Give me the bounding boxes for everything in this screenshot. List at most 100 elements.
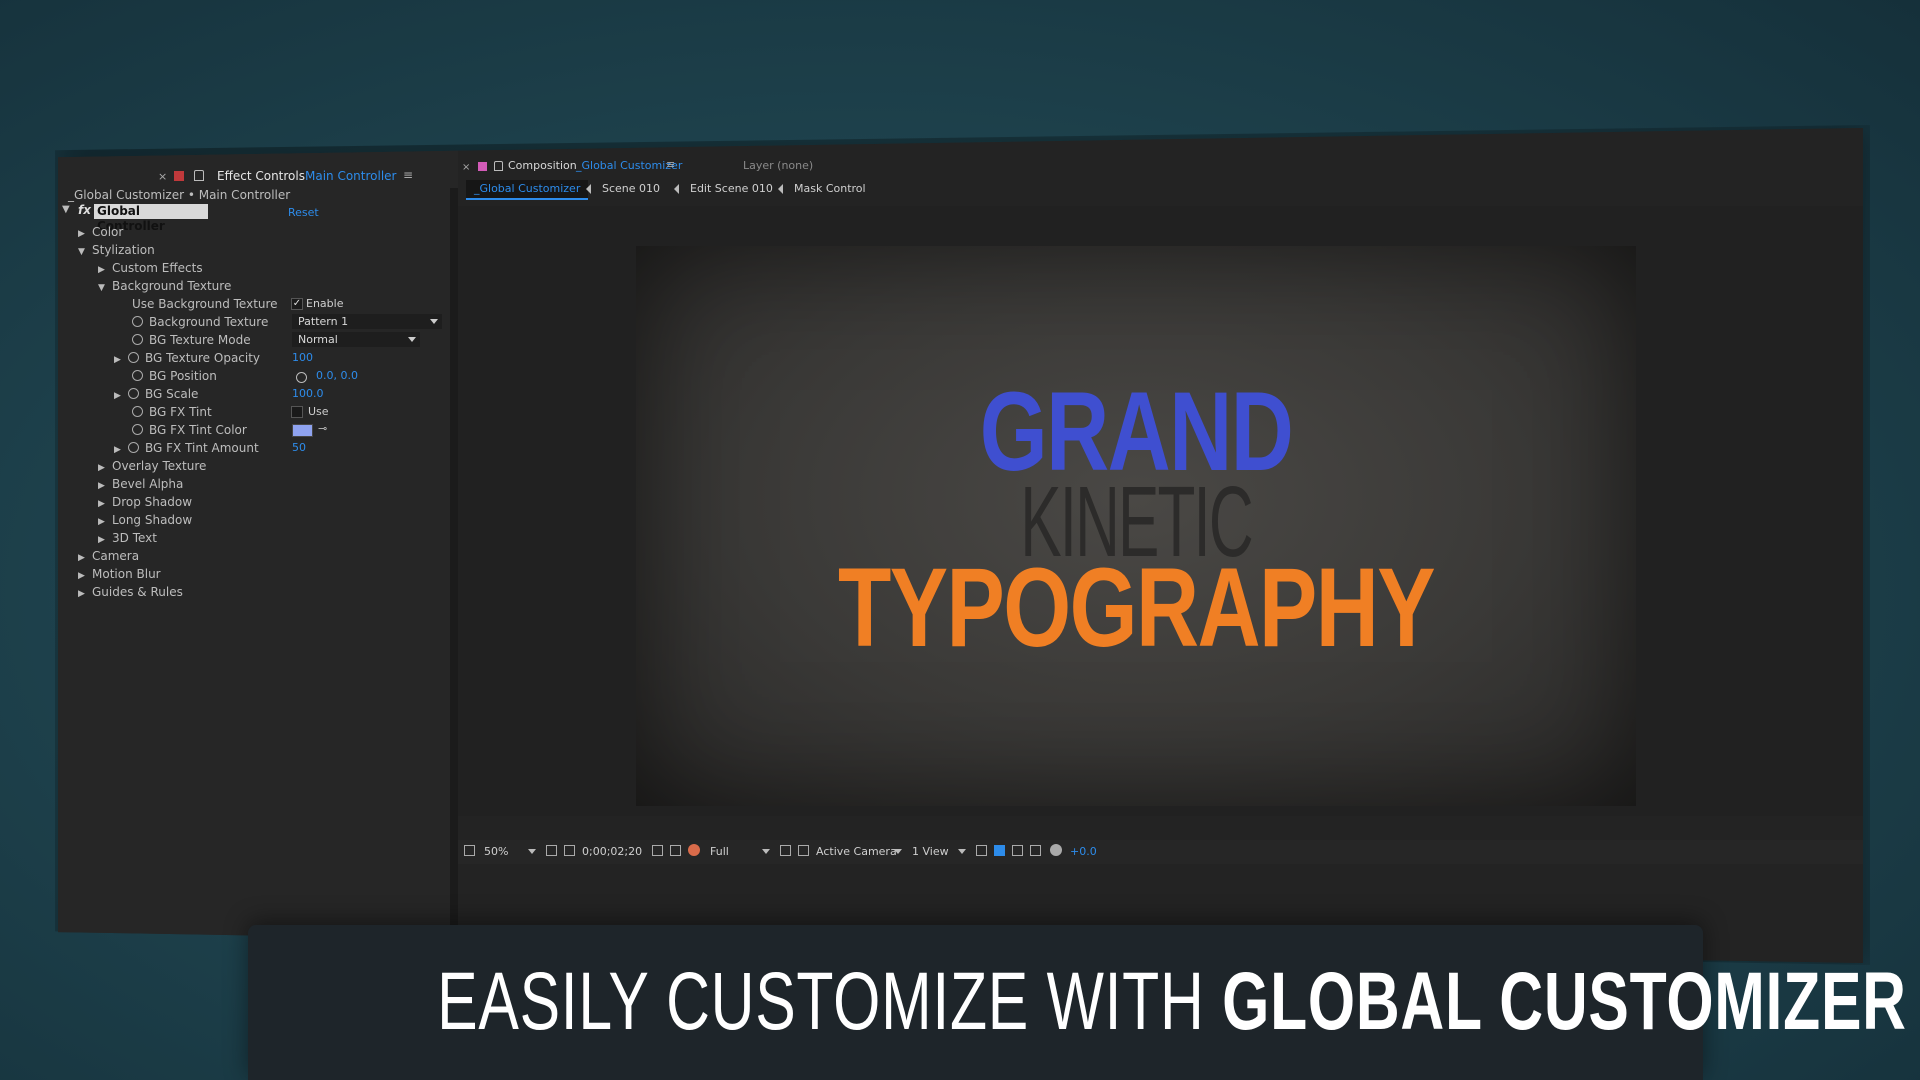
transparency-grid-icon[interactable] [798,845,809,856]
property-bg-fx-tint-color: BG FX Tint Color [132,422,247,438]
composition-tab[interactable]: × Composition _Global Customizer ≡ Layer… [458,156,1863,178]
bg-texture-mode-dropdown[interactable]: Normal [292,332,420,347]
draft-3d-icon[interactable] [994,845,1005,856]
enable-checkbox[interactable]: ✓ [291,298,303,310]
stopwatch-icon[interactable] [132,370,143,381]
active-camera-dropdown[interactable]: Active Camera [816,845,897,858]
preview-text-typography: TYPOGRAPHY [837,545,1436,670]
stopwatch-icon[interactable] [132,424,143,435]
stopwatch-icon[interactable] [132,406,143,417]
use-checkbox[interactable] [291,406,303,418]
chevron-down-icon[interactable] [762,849,770,854]
bg-texture-opacity-value[interactable]: 100 [292,351,313,364]
channels-icon[interactable] [688,844,700,856]
tree-item-custom-effects[interactable]: ▶ Custom Effects [98,260,203,276]
close-icon[interactable]: × [158,170,167,183]
flow-item-mask-control[interactable]: Mask Control [794,180,866,198]
expand-triangle-icon[interactable]: ▶ [98,262,112,278]
flow-item-global-customizer[interactable]: _Global Customizer [466,180,589,200]
expand-triangle-icon[interactable]: ▶ [98,478,112,494]
tree-item-overlay-texture[interactable]: ▶ Overlay Texture [98,458,206,474]
fx-icon[interactable]: fx [78,203,91,217]
expand-triangle-icon[interactable]: ▶ [114,442,128,458]
safe-margins-icon[interactable] [546,845,557,856]
timeline-icon[interactable] [1012,845,1023,856]
flowchart-icon[interactable] [1030,845,1041,856]
chevron-left-icon [778,184,783,194]
region-of-interest-icon[interactable] [564,845,575,856]
effect-controls-tab[interactable]: × Effect Controls Main Controller ≡ [58,166,458,190]
flow-item-edit-scene-010[interactable]: Edit Scene 010 [690,180,773,198]
tree-item-long-shadow[interactable]: ▶ Long Shadow [98,512,192,528]
tree-item-camera[interactable]: ▶ Camera [78,548,139,564]
tint-color-swatch[interactable] [292,424,313,437]
use-label: Use [308,405,329,418]
tree-item-color[interactable]: ▶ Color [78,224,123,240]
panel-scrollbar[interactable] [450,188,458,948]
lock-icon[interactable] [194,170,204,181]
effect-controls-layer-link[interactable]: Main Controller [305,169,397,183]
resolution-dropdown[interactable]: Full [710,845,729,858]
expand-triangle-icon[interactable]: ▶ [114,388,128,404]
panel-menu-icon[interactable]: ≡ [403,168,413,182]
expand-triangle-icon[interactable]: ▶ [78,586,92,602]
expand-triangle-icon[interactable]: ▶ [78,550,92,566]
camera-snapshot-icon[interactable] [652,845,663,856]
tree-item-stylization[interactable]: ▼ Stylization [78,242,155,258]
expand-triangle-icon[interactable]: ▶ [98,460,112,476]
stopwatch-icon[interactable] [128,442,139,453]
caption-normal-part: EASILY CUSTOMIZE WITH [437,956,1205,1047]
bg-texture-dropdown[interactable]: Pattern 1 [292,314,442,329]
comp-color-swatch [478,162,487,171]
tree-item-motion-blur[interactable]: ▶ Motion Blur [78,566,161,582]
bg-scale-value[interactable]: 100.0 [292,387,324,400]
panel-menu-icon[interactable]: ≡ [666,158,675,171]
chevron-down-icon[interactable] [894,849,902,854]
collapse-triangle-icon[interactable]: ▼ [98,280,112,296]
caption-text: EASILY CUSTOMIZE WITH GLOBAL CUSTOMIZER [437,955,1906,1049]
reset-link[interactable]: Reset [288,206,319,219]
eyedropper-icon[interactable]: ⊸ [318,422,327,435]
expand-triangle-icon[interactable]: ▶ [98,514,112,530]
property-bg-fx-tint-amount: ▶ BG FX Tint Amount [114,440,259,456]
layer-panel-tab[interactable]: Layer (none) [743,159,813,172]
show-snapshot-icon[interactable] [670,845,681,856]
expand-triangle-icon[interactable]: ▶ [114,352,128,368]
composition-viewer[interactable]: GRAND KINETIC TYPOGRAPHY [458,206,1863,816]
effect-name[interactable]: Global Controller [94,204,208,233]
expand-triangle-icon[interactable]: ▶ [98,532,112,548]
tree-item-background-texture[interactable]: ▼ Background Texture [98,278,231,294]
stopwatch-icon[interactable] [132,334,143,345]
exposure-value[interactable]: +0.0 [1070,845,1097,858]
tree-item-bevel-alpha[interactable]: ▶ Bevel Alpha [98,476,183,492]
stopwatch-icon[interactable] [128,388,139,399]
expand-triangle-icon[interactable]: ▶ [98,496,112,512]
effect-controls-title: Effect Controls [217,169,305,183]
bg-fx-tint-amount-value[interactable]: 50 [292,441,306,454]
tree-item-drop-shadow[interactable]: ▶ Drop Shadow [98,494,192,510]
zoom-dropdown[interactable]: 50% [484,845,508,858]
timecode-display[interactable]: 0;00;02;20 [582,845,642,858]
chevron-down-icon[interactable] [958,849,966,854]
bg-position-value[interactable]: 0.0, 0.0 [316,369,358,382]
collapse-triangle-icon[interactable]: ▼ [78,244,92,260]
effect-controls-panel: × Effect Controls Main Controller ≡ _Glo… [58,128,458,963]
chevron-down-icon[interactable] [528,849,536,854]
tree-item-guides-rules[interactable]: ▶ Guides & Rules [78,584,183,600]
stopwatch-icon[interactable] [132,316,143,327]
collapse-triangle-icon[interactable]: ▼ [62,204,70,215]
expand-triangle-icon[interactable]: ▶ [78,568,92,584]
lock-icon[interactable] [494,161,503,171]
reset-exposure-icon[interactable] [1050,844,1062,856]
flow-item-scene-010[interactable]: Scene 010 [602,180,660,198]
crosshair-icon[interactable] [296,372,307,383]
fast-previews-icon[interactable] [780,845,791,856]
expand-triangle-icon[interactable]: ▶ [78,226,92,242]
tree-item-3d-text[interactable]: ▶ 3D Text [98,530,157,546]
always-preview-icon[interactable] [464,845,475,856]
composition-canvas[interactable]: GRAND KINETIC TYPOGRAPHY [636,246,1636,806]
view-layout-dropdown[interactable]: 1 View [912,845,949,858]
stopwatch-icon[interactable] [128,352,139,363]
close-icon[interactable]: × [462,162,470,173]
toggle-pixel-aspect-icon[interactable] [976,845,987,856]
